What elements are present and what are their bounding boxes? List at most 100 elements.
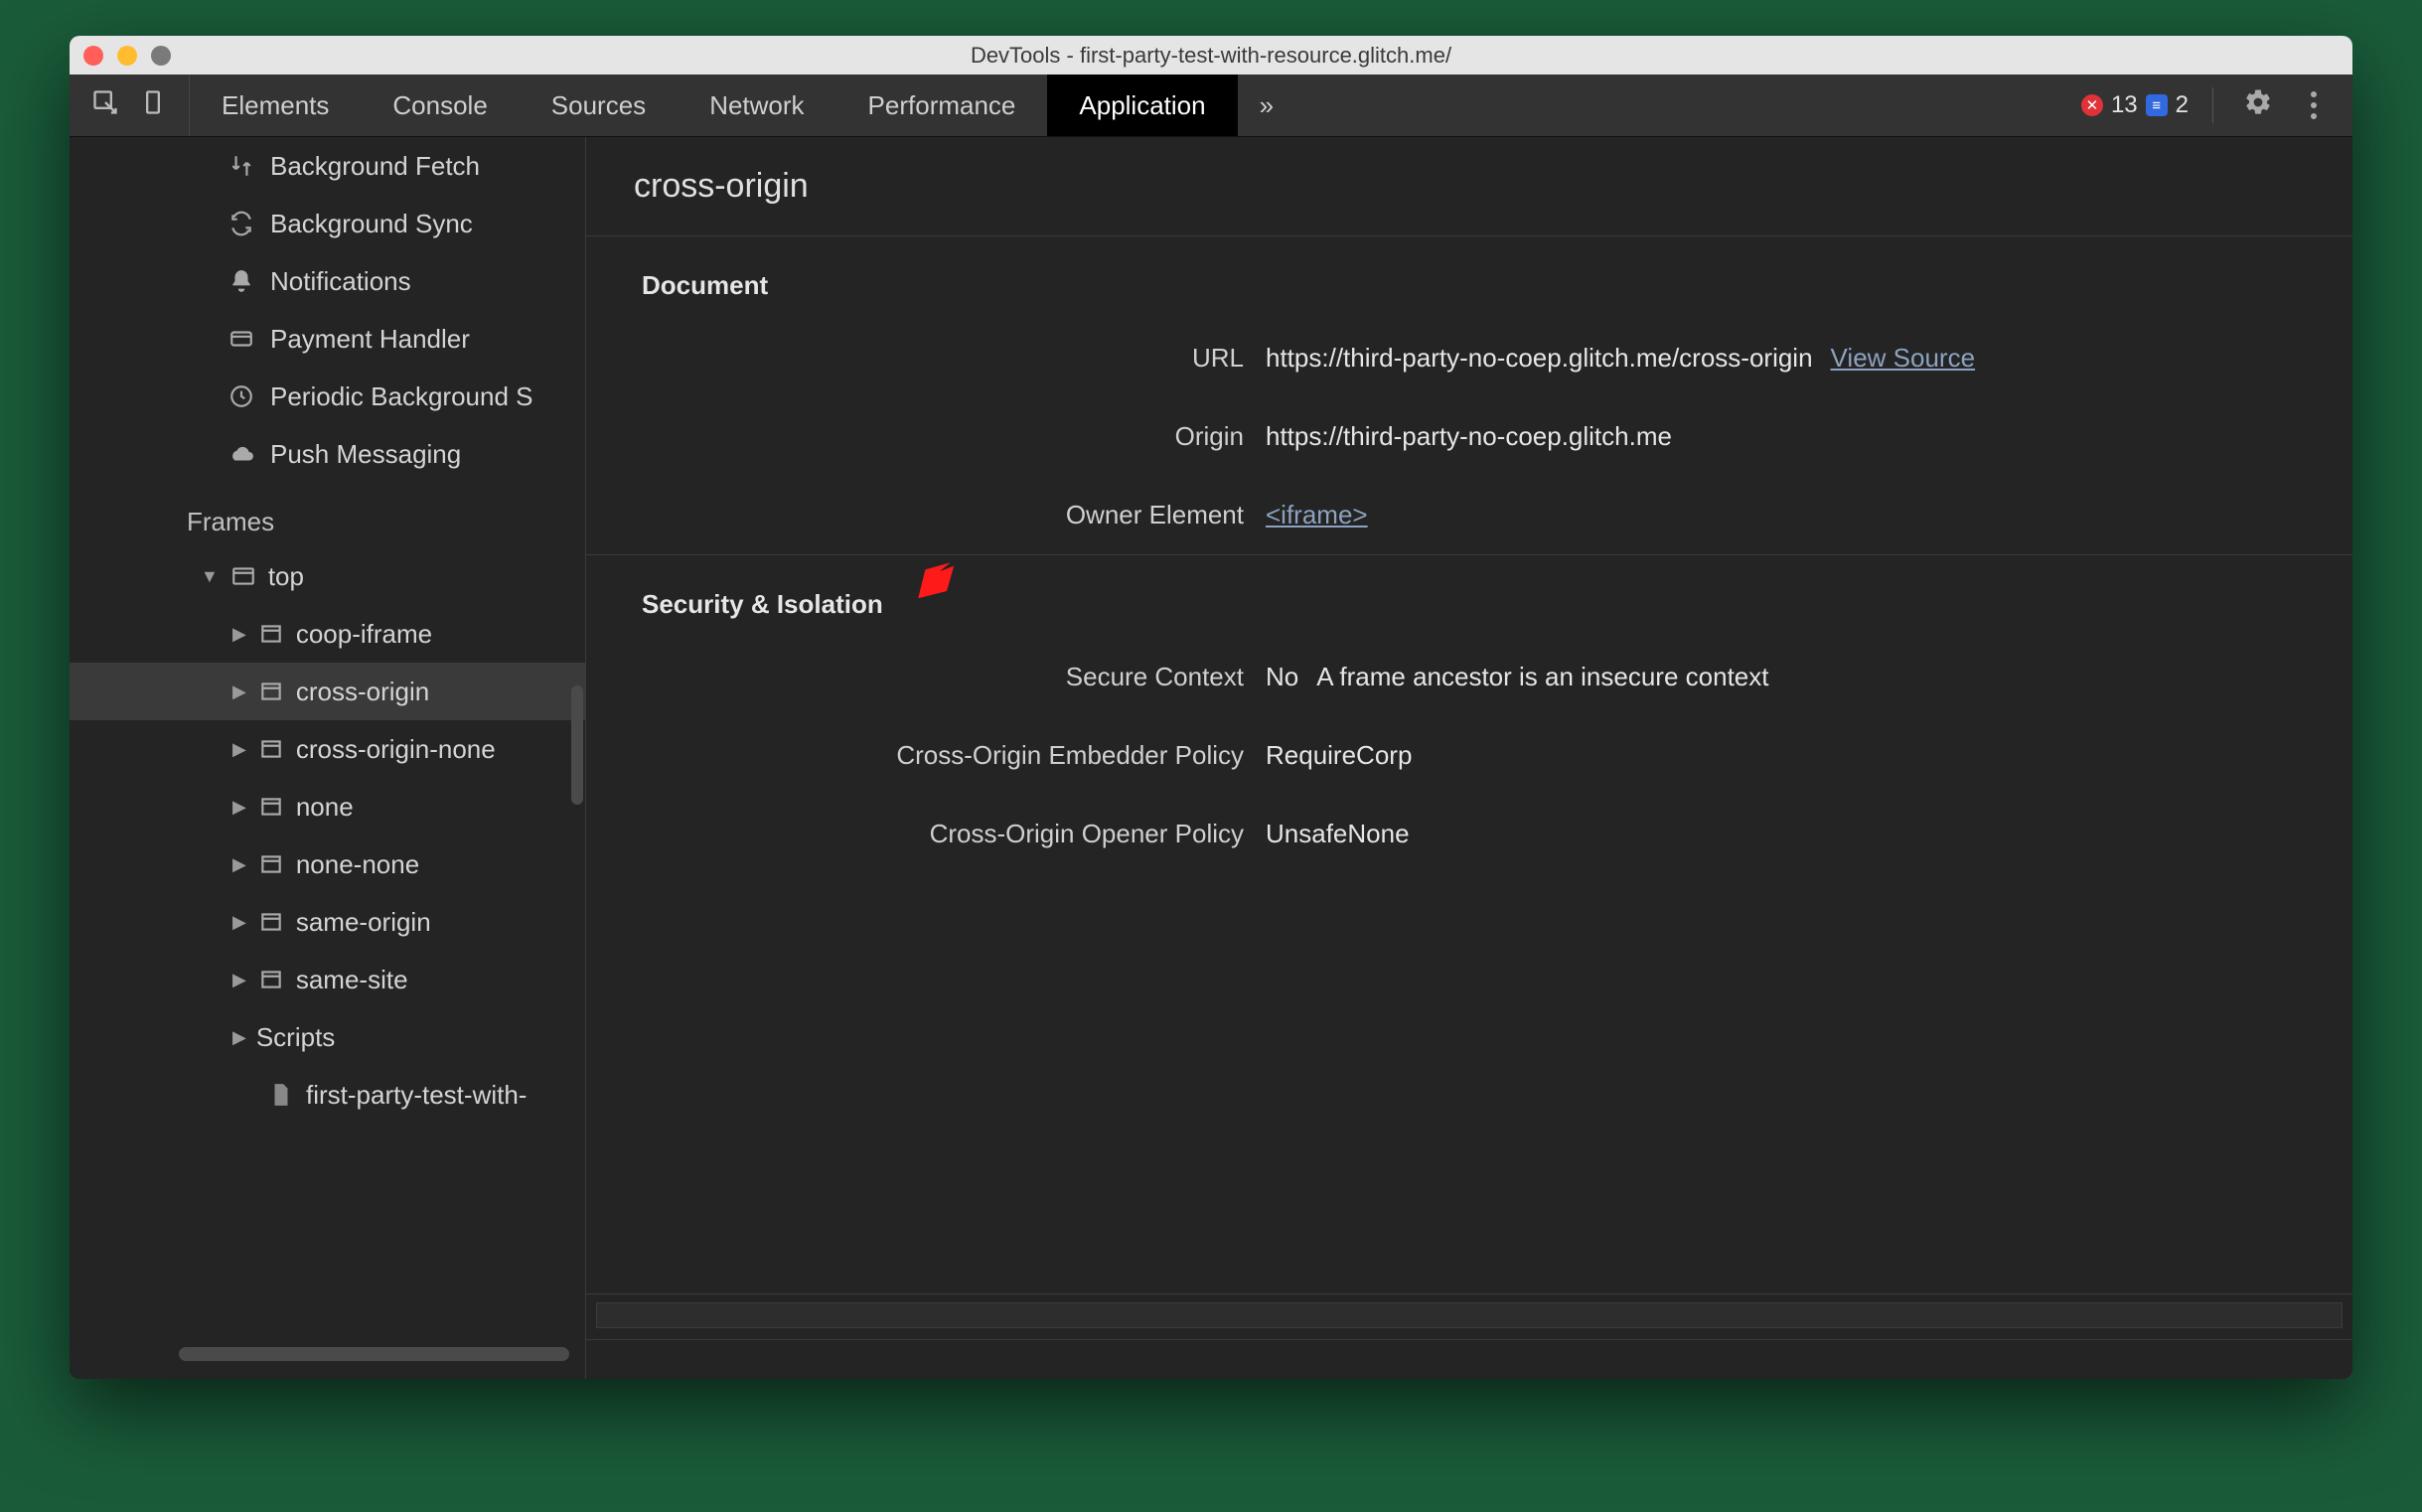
card-icon <box>227 324 256 354</box>
label-secure-context: Secure Context <box>642 662 1266 692</box>
section-heading-document: Document <box>586 236 2352 319</box>
tab-sources[interactable]: Sources <box>520 75 678 136</box>
frame-icon <box>256 619 286 649</box>
frame-tree-label: none <box>296 792 354 823</box>
sidebar-horizontal-scrollbar[interactable] <box>179 1347 569 1361</box>
more-button[interactable] <box>2293 84 2335 126</box>
frame-icon <box>256 965 286 994</box>
application-sidebar: Background Fetch Background Sync Notific… <box>70 137 586 1379</box>
settings-button[interactable] <box>2237 84 2279 126</box>
sidebar-item-payment-handler[interactable]: Payment Handler <box>70 310 585 368</box>
view-source-link[interactable]: View Source <box>1831 343 1976 374</box>
row-url: URL https://third-party-no-coep.glitch.m… <box>586 319 2352 397</box>
disclosure-triangle-icon[interactable]: ▶ <box>232 681 246 702</box>
label-coep: Cross-Origin Embedder Policy <box>642 740 1266 771</box>
inspect-tools <box>70 75 190 136</box>
disclosure-triangle-icon[interactable]: ▼ <box>201 566 219 587</box>
detail-title: cross-origin <box>586 137 2352 236</box>
bottom-strip <box>586 1293 2352 1339</box>
window-icon <box>228 561 258 591</box>
frame-tree-item[interactable]: ▶ none-none <box>70 835 585 893</box>
tab-performance[interactable]: Performance <box>836 75 1048 136</box>
separator <box>2212 87 2213 123</box>
devtools-window: DevTools - first-party-test-with-resourc… <box>70 36 2352 1379</box>
value-url: https://third-party-no-coep.glitch.me/cr… <box>1266 343 1813 374</box>
tab-application[interactable]: Application <box>1047 75 1237 136</box>
owner-element-link[interactable]: <iframe> <box>1266 500 1368 530</box>
sidebar-item-background-fetch[interactable]: Background Fetch <box>70 137 585 195</box>
kebab-icon <box>2311 91 2317 119</box>
frame-tree-label: top <box>268 561 304 592</box>
disclosure-triangle-icon[interactable]: ▶ <box>232 1027 246 1048</box>
section-heading-security-text: Security & Isolation <box>642 589 883 619</box>
frame-tree-label: cross-origin-none <box>296 734 496 765</box>
frame-tree-scripts[interactable]: ▶ Scripts <box>70 1008 585 1066</box>
value-coop: UnsafeNone <box>1266 819 1410 849</box>
frame-tree-item[interactable]: ▶ same-origin <box>70 893 585 951</box>
footer-spacer <box>586 1339 2352 1379</box>
frame-tree-item[interactable]: ▶ same-site <box>70 951 585 1008</box>
row-coop: Cross-Origin Opener Policy UnsafeNone <box>586 795 2352 873</box>
toolbar-right: ✕ 13 ≡ 2 <box>2063 75 2352 136</box>
tab-elements[interactable]: Elements <box>190 75 361 136</box>
frame-tree-item[interactable]: ▶ none <box>70 778 585 835</box>
main-split: Background Fetch Background Sync Notific… <box>70 137 2352 1379</box>
titlebar: DevTools - first-party-test-with-resourc… <box>70 36 2352 75</box>
disclosure-triangle-icon[interactable]: ▶ <box>232 797 246 818</box>
sidebar-item-label: Background Fetch <box>270 151 480 182</box>
frame-tree-item[interactable]: ▶ cross-origin-none <box>70 720 585 778</box>
fetch-icon <box>227 151 256 181</box>
frame-tree-label: cross-origin <box>296 677 429 707</box>
clock-icon <box>227 381 256 411</box>
frame-icon <box>256 849 286 879</box>
console-status[interactable]: ✕ 13 ≡ 2 <box>2081 91 2189 119</box>
sync-icon <box>227 209 256 238</box>
sidebar-item-notifications[interactable]: Notifications <box>70 252 585 310</box>
info-count: 2 <box>2176 91 2189 119</box>
sidebar-vertical-scrollbar[interactable] <box>571 685 583 805</box>
disclosure-triangle-icon[interactable]: ▶ <box>232 970 246 990</box>
label-url: URL <box>642 343 1266 374</box>
frame-icon <box>256 677 286 706</box>
frame-tree-item-selected[interactable]: ▶ cross-origin <box>70 663 585 720</box>
tab-network[interactable]: Network <box>678 75 835 136</box>
frame-tree-item[interactable]: ▶ coop-iframe <box>70 605 585 663</box>
info-badge-icon: ≡ <box>2146 94 2168 116</box>
sidebar-item-label: Periodic Background S <box>270 381 532 412</box>
tab-console[interactable]: Console <box>361 75 519 136</box>
cloud-icon <box>227 439 256 469</box>
frame-detail-pane: cross-origin Document URL https://third-… <box>586 137 2352 1379</box>
sidebar-scroll: Background Fetch Background Sync Notific… <box>70 137 585 1379</box>
value-origin: https://third-party-no-coep.glitch.me <box>1266 421 1672 452</box>
window-title: DevTools - first-party-test-with-resourc… <box>70 43 2352 69</box>
tabs-overflow-button[interactable]: » <box>1238 75 1295 136</box>
disclosure-triangle-icon[interactable]: ▶ <box>232 912 246 933</box>
row-coep: Cross-Origin Embedder Policy RequireCorp <box>586 716 2352 795</box>
row-origin: Origin https://third-party-no-coep.glitc… <box>586 397 2352 476</box>
bell-icon <box>227 266 256 296</box>
inspect-element-icon[interactable] <box>91 88 119 122</box>
row-secure-context: Secure Context No A frame ancestor is an… <box>586 638 2352 716</box>
device-toggle-icon[interactable] <box>139 88 167 122</box>
gear-icon <box>2243 87 2273 123</box>
sidebar-item-periodic-bg-sync[interactable]: Periodic Background S <box>70 368 585 425</box>
document-icon <box>266 1080 296 1110</box>
note-secure-context: A frame ancestor is an insecure context <box>1316 662 1768 692</box>
disclosure-triangle-icon[interactable]: ▶ <box>232 739 246 760</box>
frame-tree-label: same-origin <box>296 907 431 938</box>
sidebar-item-push-messaging[interactable]: Push Messaging <box>70 425 585 483</box>
frame-tree-label: same-site <box>296 965 408 995</box>
frame-tree-script-item[interactable]: first-party-test-with- <box>70 1066 585 1124</box>
frame-tree-label: coop-iframe <box>296 619 432 650</box>
bottom-inner-strip <box>596 1302 2343 1328</box>
disclosure-triangle-icon[interactable]: ▶ <box>232 624 246 645</box>
sidebar-item-label: Notifications <box>270 266 411 297</box>
frames-heading: Frames <box>70 483 585 547</box>
frame-icon <box>256 792 286 822</box>
frame-tree-top[interactable]: ▼ top <box>70 547 585 605</box>
tabs-bar: Elements Console Sources Network Perform… <box>70 75 2352 137</box>
frame-tree-label: none-none <box>296 849 419 880</box>
disclosure-triangle-icon[interactable]: ▶ <box>232 854 246 875</box>
sidebar-item-background-sync[interactable]: Background Sync <box>70 195 585 252</box>
section-heading-security: Security & Isolation <box>586 555 2352 638</box>
